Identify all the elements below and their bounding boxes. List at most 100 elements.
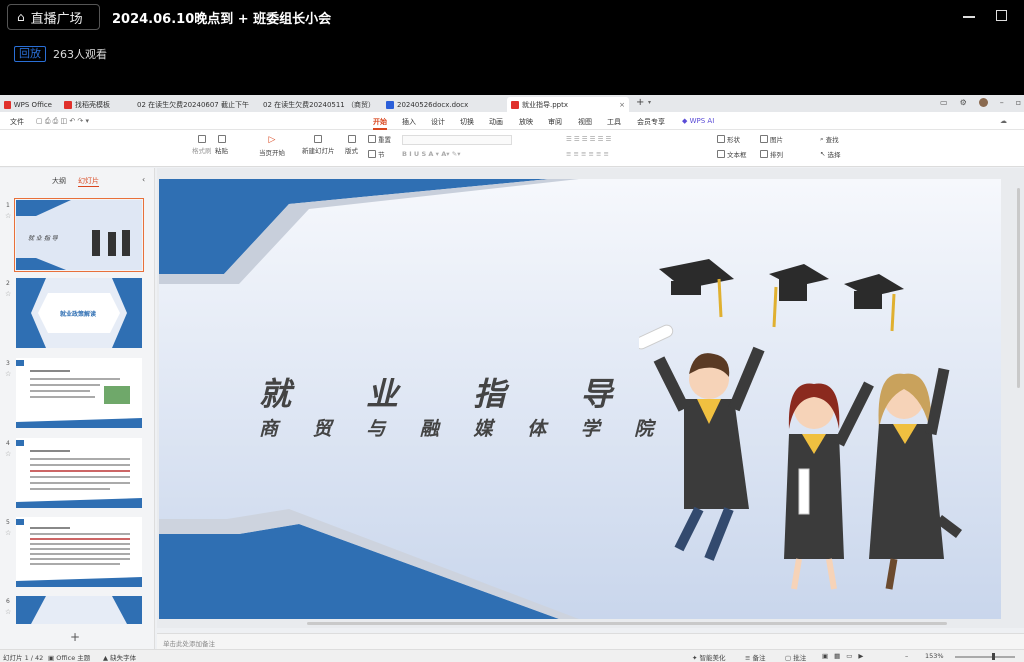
tab-dropdown-icon[interactable]: ▾ [648,99,651,106]
find-button[interactable]: ⌕ 查找 [820,134,839,145]
slide-thumb-4[interactable] [16,438,142,508]
notes-toggle[interactable]: ≡ 备注 [745,652,766,662]
close-tab-icon[interactable]: × [619,101,625,109]
reset-icon [368,135,376,143]
view-mode-buttons[interactable]: ▣▦▭▶ [822,652,869,660]
picture-label: 图片 [770,136,783,144]
tab-label: 20240526docx.docx [397,100,469,109]
reset-button[interactable]: 重置 [368,134,391,144]
thumb-5-graphic [16,519,142,587]
settings-icon[interactable]: ⚙ [960,98,967,107]
add-slide-button[interactable]: + [70,630,80,644]
tab-template[interactable]: 找稻壳模板 [60,97,126,112]
slide-thumb-3[interactable] [16,358,142,428]
zoom-out-icon[interactable]: – [905,652,908,660]
align-buttons[interactable]: ≡ ≡ ≡ ≡ ≡ ≡ [566,150,609,158]
slide-subtitle[interactable]: 商 贸 与 融 媒 体 学 院 [259,414,667,441]
tab-outline[interactable]: 大纲 [52,176,66,187]
shape-icon [717,135,725,143]
play-icon: ▷ [268,135,276,145]
thumb-4-graphic [16,440,142,508]
menu-review[interactable]: 审阅 [548,117,562,127]
format-painter-button[interactable]: 格式刷 [192,135,212,155]
new-slide-icon [314,135,323,143]
zoom-slider-thumb[interactable] [992,653,995,660]
new-tab-icon[interactable]: + [636,97,644,108]
menu-transition[interactable]: 切换 [460,117,474,127]
avatar[interactable] [978,98,988,107]
textbox-button[interactable]: 文本框 [717,149,747,159]
font-style-buttons[interactable]: B I U S A ▾ A▾ ✎▾ [402,150,460,158]
theme-name[interactable]: ▣ Office 主题 [48,652,90,662]
paste-button[interactable]: 粘贴 [215,135,228,155]
menu-tools[interactable]: 工具 [607,117,621,127]
minimize-icon[interactable]: – [1000,98,1004,107]
comment-icon: ▢ [785,654,792,662]
layout-icon[interactable]: ▭ [940,98,948,107]
layout-button[interactable]: 版式 [345,135,358,155]
missing-font-button[interactable]: ▲ 缺失字体 [103,652,136,662]
tab-pptx[interactable]: 就业指导.pptx × [507,97,629,112]
paste-label: 粘贴 [215,147,228,155]
smart-beautify-label: 智能美化 [699,654,726,662]
shape-button[interactable]: 形状 [717,134,740,144]
star-icon[interactable]: ☆ [5,290,11,298]
notes-pane[interactable]: 单击此处添加备注 [157,633,1024,649]
tab-wps-office[interactable]: WPS Office [0,97,56,112]
menu-file[interactable]: 文件 [10,117,24,127]
restore-icon[interactable]: ▫ [1016,98,1021,107]
star-icon[interactable]: ☆ [5,450,11,458]
template-icon [64,100,72,109]
slide-thumb-1[interactable]: 就 业 指 导 [14,198,144,272]
select-button[interactable]: ↖ 选择 [820,149,840,159]
star-icon[interactable]: ☆ [5,608,11,616]
paragraph-buttons[interactable]: ☰ ☰ ☰ ☰ ☰ ☰ [566,135,611,143]
horizontal-scrollbar[interactable] [307,622,947,625]
cloud-icon[interactable]: ☁ [1000,117,1007,125]
zoom-slider[interactable] [955,656,1015,658]
ai-icon: ◆ [682,117,688,125]
menu-insert[interactable]: 插入 [402,117,416,127]
menu-design[interactable]: 设计 [431,117,445,127]
slide-title[interactable]: 就 业 指 导 [259,369,644,415]
slide-1[interactable]: 就 业 指 导 商 贸 与 融 媒 体 学 院 [159,179,1001,619]
tab-sheet-0607[interactable]: 02 在读生欠费20240607 截止下午 [130,97,252,112]
ppt-icon [511,100,519,109]
menu-animation[interactable]: 动画 [489,117,503,127]
star-icon[interactable]: ☆ [5,212,11,220]
maximize-icon[interactable] [996,10,1007,21]
wps-window: WPS Office 找稻壳模板 02 在读生欠费20240607 截止下午 0… [0,95,1024,662]
tab-sheet-0511[interactable]: 02 在读生欠费20240511 （商贸） [256,97,378,112]
slide-thumb-2[interactable]: 就业政策解读 [16,278,142,348]
smart-beautify-button[interactable]: ✦ 智能美化 [692,652,726,662]
comments-label: 批注 [793,654,807,662]
menu-slideshow[interactable]: 放映 [519,117,533,127]
zoom-level[interactable]: 153% [925,652,944,660]
arrange-button[interactable]: 排列 [760,149,783,159]
star-icon[interactable]: ☆ [5,529,11,537]
vertical-scrollbar[interactable] [1017,188,1020,388]
tab-docx[interactable]: 20240526docx.docx [382,97,502,112]
live-home-button[interactable]: ⌂ 直播广场 [7,4,100,30]
slide-thumb-5[interactable] [16,517,142,587]
slide-canvas[interactable]: 就 业 指 导 商 贸 与 融 媒 体 学 院 [157,168,1024,628]
reset-label: 重置 [378,136,391,144]
picture-button[interactable]: 图片 [760,134,783,144]
play-from-current-button[interactable]: ▷ 当页开始 [259,135,285,157]
font-family-select[interactable] [402,135,512,145]
star-icon[interactable]: ☆ [5,370,11,378]
theme-icon: ▣ [48,654,55,662]
comments-toggle[interactable]: ▢ 批注 [785,652,806,662]
section-button[interactable]: 节 [368,149,385,159]
minimize-icon[interactable] [963,16,975,18]
menu-view[interactable]: 视图 [578,117,592,127]
menu-wps-ai[interactable]: ◆ WPS AI [682,117,714,125]
tab-label: 就业指导.pptx [522,100,568,109]
layout-icon [347,135,356,143]
new-slide-button[interactable]: 新建幻灯片 [302,135,335,155]
menu-member[interactable]: 会员专享 [637,117,665,127]
collapse-panel-icon[interactable]: ‹ [142,175,145,184]
slide-thumb-6[interactable] [16,596,142,624]
menu-home[interactable]: 开始 [373,117,387,127]
tab-slides[interactable]: 幻灯片 [78,176,99,187]
